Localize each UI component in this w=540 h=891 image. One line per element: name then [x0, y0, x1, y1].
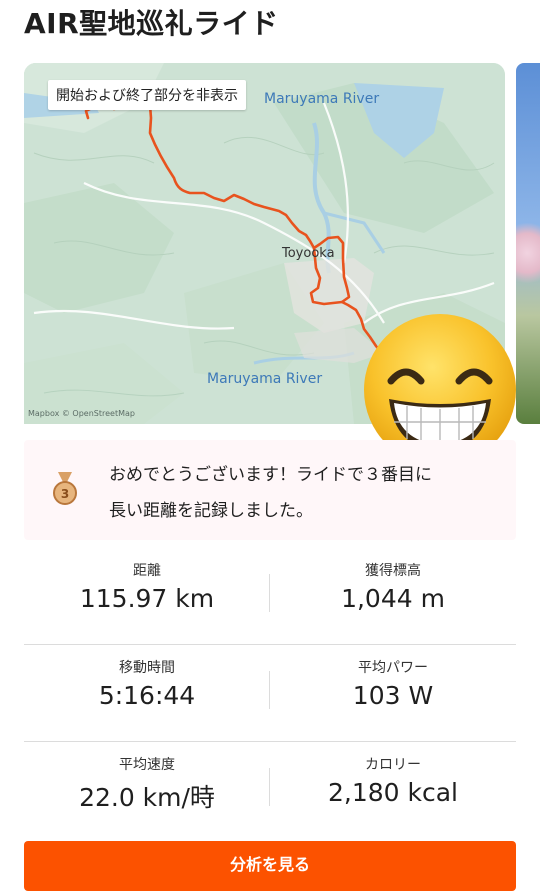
- stat-calories: カロリー 2,180 kcal: [270, 742, 516, 838]
- stat-label: 移動時間: [119, 660, 175, 676]
- achievement-line-2: 長い距離を記録しました。: [109, 501, 313, 521]
- map-label-river-north: Maruyama River: [264, 91, 380, 107]
- stat-value: 1,044 m: [341, 584, 445, 613]
- stat-value: 22.0 km/時: [79, 783, 215, 812]
- achievement-line-1: おめでとうございます！ライドで３番目に: [109, 465, 432, 485]
- stat-label: 獲得標高: [365, 563, 421, 579]
- photo-thumbnail[interactable]: [516, 63, 540, 424]
- achievement-text: おめでとうございます！ライドで３番目に 長い距離を記録しました。: [109, 457, 494, 529]
- medal-number: 3: [61, 487, 69, 501]
- map-label-town: Toyooka: [282, 246, 335, 261]
- stats-grid: 距離 115.97 km 獲得標高 1,044 m 移動時間 5:16:44 平…: [24, 548, 516, 838]
- stat-value: 103 W: [352, 681, 434, 710]
- stat-elevation-gain: 獲得標高 1,044 m: [270, 548, 516, 644]
- stat-avg-power: 平均パワー 103 W: [270, 645, 516, 741]
- map-label-river-south: Maruyama River: [207, 371, 323, 387]
- stats-row-1: 距離 115.97 km 獲得標高 1,044 m: [24, 548, 516, 645]
- stat-value: 2,180 kcal: [327, 778, 458, 807]
- stat-moving-time: 移動時間 5:16:44: [24, 645, 270, 741]
- stat-value: 5:16:44: [98, 681, 196, 710]
- stat-avg-speed: 平均速度 22.0 km/時: [24, 742, 270, 838]
- bronze-medal-icon: 3: [53, 472, 77, 505]
- stat-distance: 距離 115.97 km: [24, 548, 270, 644]
- stats-row-2: 移動時間 5:16:44 平均パワー 103 W: [24, 645, 516, 742]
- achievement-banner[interactable]: 3 おめでとうございます！ライドで３番目に 長い距離を記録しました。: [24, 440, 516, 540]
- photo-tree: [516, 213, 540, 293]
- stats-row-3: 平均速度 22.0 km/時 カロリー 2,180 kcal: [24, 742, 516, 838]
- activity-title: AIR聖地巡礼ライド: [24, 7, 279, 40]
- hide-start-end-button[interactable]: 開始および終了部分を非表示: [48, 80, 246, 110]
- view-analysis-button[interactable]: 分析を見る: [24, 841, 516, 891]
- stat-label: 平均パワー: [358, 660, 428, 676]
- stat-label: 平均速度: [119, 757, 175, 773]
- stat-label: カロリー: [365, 757, 421, 773]
- map-attribution: Mapbox © OpenStreetMap: [28, 409, 135, 418]
- stat-label: 距離: [133, 563, 161, 579]
- stat-value: 115.97 km: [79, 584, 215, 613]
